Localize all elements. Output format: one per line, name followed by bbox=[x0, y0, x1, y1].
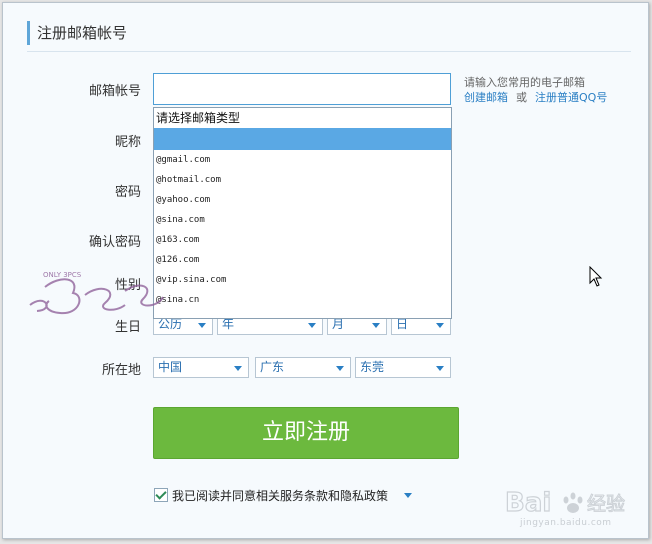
email-input[interactable] bbox=[153, 73, 451, 105]
dropdown-arrow-icon bbox=[436, 323, 444, 328]
agreement-expand-icon[interactable] bbox=[404, 493, 412, 498]
dropdown-arrow-icon bbox=[308, 323, 316, 328]
dropdown-option[interactable]: @vip.sina.com bbox=[154, 270, 451, 290]
watermark-url: jingyan.baidu.com bbox=[520, 518, 612, 528]
dropdown-option[interactable]: @gmail.com bbox=[154, 150, 451, 170]
dropdown-arrow-icon bbox=[372, 323, 380, 328]
city-select-value: 东莞 bbox=[360, 360, 385, 374]
title-divider bbox=[27, 51, 631, 52]
label-location: 所在地 bbox=[101, 363, 141, 378]
dropdown-option[interactable]: @sina.com bbox=[154, 210, 451, 230]
city-select[interactable]: 东莞 bbox=[355, 357, 451, 378]
watermark-logo-text: ONLY 3PCS bbox=[43, 271, 82, 279]
dropdown-option[interactable]: @126.com bbox=[154, 250, 451, 270]
dropdown-option[interactable]: @sina.cn bbox=[154, 290, 451, 310]
province-select-value: 广东 bbox=[260, 360, 285, 374]
agreement-text: 我已阅读并同意相关服务条款和隐私政策 bbox=[172, 489, 389, 503]
dropdown-arrow-icon bbox=[436, 366, 444, 371]
or-text: 或 bbox=[516, 91, 527, 104]
dropdown-header: 请选择邮箱类型 bbox=[156, 111, 241, 125]
day-select-value: 日 bbox=[396, 317, 409, 331]
dropdown-arrow-icon bbox=[336, 366, 344, 371]
email-type-dropdown[interactable]: 请选择邮箱类型 @gmail.com @hotmail.com @yahoo.c… bbox=[153, 107, 452, 319]
label-nickname: 昵称 bbox=[114, 135, 141, 150]
register-qq-link[interactable]: 注册普通QQ号 bbox=[535, 91, 607, 104]
email-hint: 请输入您常用的电子邮箱 创建邮箱或注册普通QQ号 bbox=[464, 75, 607, 105]
agreement-checkbox[interactable] bbox=[154, 488, 168, 502]
dropdown-option[interactable]: @yahoo.com bbox=[154, 190, 451, 210]
country-select[interactable]: 中国 bbox=[153, 357, 249, 378]
dropdown-arrow-icon bbox=[234, 366, 242, 371]
registration-panel: 注册邮箱帐号 邮箱帐号 昵称 密码 确认密码 性别 生日 所在地 请输入您常用的… bbox=[2, 2, 649, 539]
year-select-value: 年 bbox=[222, 317, 235, 331]
svg-text:Bai: Bai bbox=[505, 488, 551, 518]
month-select-value: 月 bbox=[332, 317, 345, 331]
label-email: 邮箱帐号 bbox=[88, 84, 141, 99]
label-password: 密码 bbox=[114, 185, 141, 200]
dropdown-option[interactable]: @163.com bbox=[154, 230, 451, 250]
create-email-link[interactable]: 创建邮箱 bbox=[464, 91, 508, 104]
hint-text: 请输入您常用的电子邮箱 bbox=[464, 76, 585, 89]
dropdown-option[interactable]: @hotmail.com bbox=[154, 170, 451, 190]
baidu-watermark: Bai 经验 bbox=[504, 487, 625, 518]
country-select-value: 中国 bbox=[158, 360, 183, 374]
svg-text:经验: 经验 bbox=[587, 493, 625, 515]
agreement-row: 我已阅读并同意相关服务条款和隐私政策 bbox=[154, 488, 388, 503]
province-select[interactable]: 广东 bbox=[255, 357, 351, 378]
label-confirm-password: 确认密码 bbox=[88, 235, 141, 250]
mouse-pointer-icon bbox=[589, 266, 603, 287]
register-button[interactable]: 立即注册 bbox=[153, 407, 459, 459]
watermark-logo: ONLY 3PCS bbox=[29, 271, 164, 315]
section-title: 注册邮箱帐号 bbox=[27, 21, 127, 45]
dropdown-arrow-icon bbox=[198, 323, 206, 328]
dropdown-highlighted-option[interactable] bbox=[154, 128, 451, 150]
